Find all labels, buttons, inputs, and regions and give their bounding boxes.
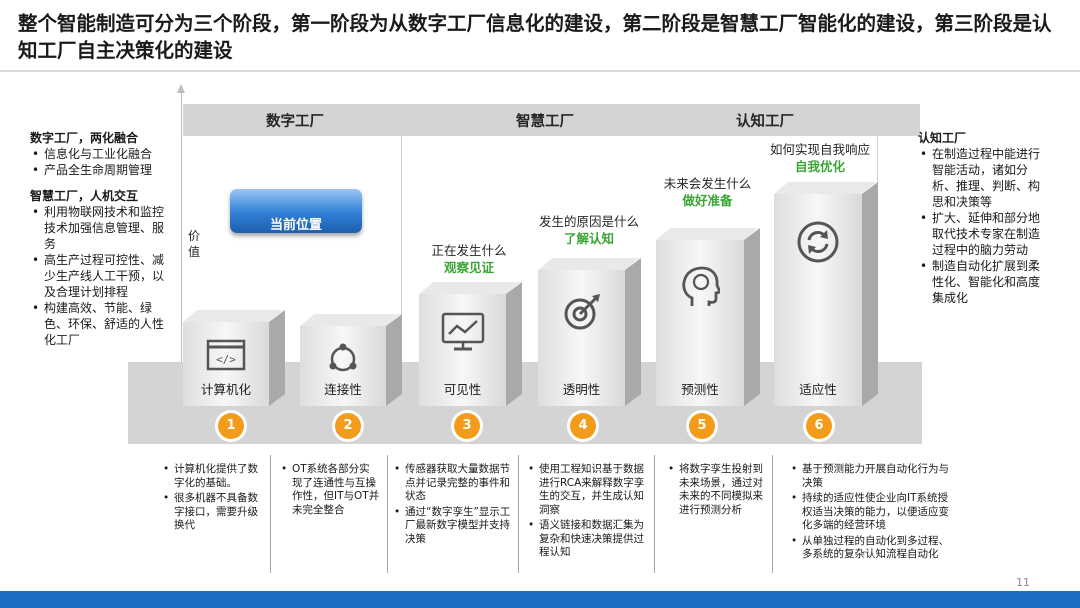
description-connectivity: OT系统各部分实现了连通性与互操作性，但IT与OT并未完全整合 <box>280 463 380 519</box>
title-divider <box>0 70 1080 72</box>
svg-text:</>: </> <box>216 353 236 366</box>
page-number: 11 <box>1016 576 1030 589</box>
description-computerization: 计算机化提供了数字化的基础。 很多机器不具备数字接口，需要升级换代 <box>162 463 262 535</box>
left-group2-item: 高生产过程可控性、减少生产线人工干预，以及合理计划排程 <box>32 252 169 300</box>
y-axis-arrow-icon <box>177 84 185 93</box>
description-item: 通过“数字孪生”显示工厂最新数字模型并支持决策 <box>394 506 513 547</box>
stage-cognitive-factory: 认知工厂 <box>736 114 794 130</box>
description-divider <box>518 455 519 573</box>
y-axis-label: 价值 <box>188 229 201 259</box>
answer-text: 观察见证 <box>443 260 494 275</box>
step-number-badge: 2 <box>335 413 361 439</box>
block-label: 可见性 <box>443 382 482 397</box>
left-group1-item: 产品全生命周期管理 <box>32 162 180 178</box>
block-label: 预测性 <box>681 382 719 397</box>
description-item: 基于预测能力开展自动化行为与决策 <box>791 463 950 490</box>
code-window-icon: </> <box>183 338 269 376</box>
left-group2-title: 智慧工厂，人机交互 <box>30 189 139 203</box>
stage-digital-factory: 数字工厂 <box>266 114 324 130</box>
head-brain-icon <box>656 266 744 312</box>
footer-bar <box>0 591 1080 608</box>
description-item: 很多机器不具备数字接口，需要升级换代 <box>163 492 262 533</box>
description-item: OT系统各部分实现了连通性与互操作性，但IT与OT并未完全整合 <box>281 463 380 517</box>
question-text: 未来会发生什么 <box>663 176 752 191</box>
block-adaptability: 适应性 <box>774 182 878 406</box>
left-panel: 数字工厂，两化融合 信息化与工业化融合 产品全生命周期管理 智慧工厂，人机交互 … <box>30 130 180 348</box>
left-group2-item: 构建高效、节能、绿色、环保、舒适的人性化工厂 <box>32 300 169 348</box>
step-number-badge: 1 <box>218 413 244 439</box>
answer-text: 了解认知 <box>563 231 614 246</box>
description-item: 持续的适应性使企业向IT系统授权适当决策的能力，以便适应变化多端的经营环境 <box>791 492 950 533</box>
description-adaptability: 基于预测能力开展自动化行为与决策 持续的适应性使企业向IT系统授权适当决策的能力… <box>790 463 950 564</box>
question-text: 正在发生什么 <box>431 243 507 258</box>
block-label: 连接性 <box>324 382 362 397</box>
monitor-chart-icon <box>419 312 506 356</box>
description-transparency: 使用工程知识基于数据进行RCA来解释数字孪生的交互，并生成认知洞察 语义链接和数… <box>527 463 647 562</box>
left-group2-item: 利用物联网技术和监控技术加强信息管理、服务 <box>32 204 169 252</box>
block-visibility: 可见性 <box>419 282 522 406</box>
block-transparency: 透明性 <box>538 258 641 406</box>
description-item: 从单独过程的自动化到多过程、多系统的复杂认知流程自动化 <box>791 535 950 562</box>
right-panel-title: 认知工厂 <box>918 131 967 145</box>
connected-nodes-icon <box>300 342 386 380</box>
current-position-button[interactable]: 当前位置 <box>230 189 362 233</box>
description-item: 使用工程知识基于数据进行RCA来解释数字孪生的交互，并生成认知洞察 <box>528 463 647 517</box>
block-label: 适应性 <box>799 382 837 397</box>
right-panel-item: 在制造过程中能进行智能活动，诸如分析、推理、判断、构思和决策等 <box>920 146 1044 210</box>
block-computerization: </> 计算机化 <box>183 310 285 406</box>
right-panel-item: 制造自动化扩展到柔性化、智能化和高度集成化 <box>920 258 1044 306</box>
page-title: 整个智能制造可分为三个阶段，第一阶段为从数字工厂信息化的建设，第二阶段是智慧工厂… <box>18 12 1052 62</box>
right-panel: 认知工厂 在制造过程中能进行智能活动，诸如分析、推理、判断、构思和决策等 扩大、… <box>918 130 1068 306</box>
block-label: 计算机化 <box>200 382 251 397</box>
y-axis <box>181 92 182 382</box>
description-item: 语义链接和数据汇集为复杂和快速决策提供过程认知 <box>528 519 647 560</box>
answer-text: 做好准备 <box>682 193 733 208</box>
question-text: 如何实现自我响应 <box>769 142 870 157</box>
block-connectivity: 连接性 <box>300 314 402 406</box>
description-divider <box>387 455 388 573</box>
left-group1-title: 数字工厂，两化融合 <box>30 131 139 145</box>
description-divider <box>270 455 271 573</box>
description-predictability: 将数字孪生投射到未来场景，通过对未来的不同模拟来进行预测分析 <box>667 463 767 519</box>
stage-smart-factory: 智慧工厂 <box>516 114 574 130</box>
right-panel-item: 扩大、延伸和部分地取代技术专家在制造过程中的脑力劳动 <box>920 210 1044 258</box>
description-visibility: 传感器获取大量数据节点并记录完整的事件和状态 通过“数字孪生”显示工厂最新数字模… <box>393 463 513 548</box>
description-item: 计算机化提供了数字化的基础。 <box>163 463 262 490</box>
description-divider <box>772 455 773 573</box>
block-predictability: 预测性 <box>656 228 760 406</box>
step-number-badge: 5 <box>689 413 715 439</box>
target-arrow-icon <box>538 292 625 336</box>
cycle-arrows-icon <box>774 220 862 268</box>
description-divider <box>654 455 655 573</box>
description-item: 将数字孪生投射到未来场景，通过对未来的不同模拟来进行预测分析 <box>668 463 767 517</box>
question-text: 发生的原因是什么 <box>538 214 639 229</box>
step-number-badge: 6 <box>806 413 832 439</box>
description-item: 传感器获取大量数据节点并记录完整的事件和状态 <box>394 463 513 504</box>
block-label: 透明性 <box>562 382 601 397</box>
step-number-badge: 3 <box>454 413 480 439</box>
left-group1-item: 信息化与工业化融合 <box>32 146 180 162</box>
answer-text: 自我优化 <box>794 159 845 174</box>
step-number-badge: 4 <box>570 413 596 439</box>
